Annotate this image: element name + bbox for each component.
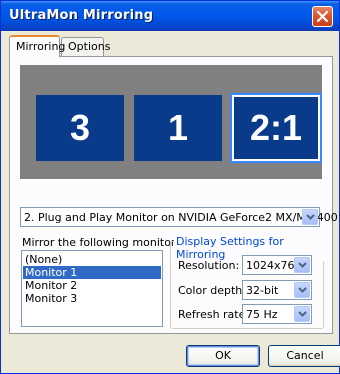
- tab-options[interactable]: Options: [61, 37, 110, 56]
- source-monitor-value: 2. Plug and Play Monitor on NVIDIA GeFor…: [24, 211, 338, 224]
- chevron-down-icon: [298, 311, 307, 317]
- list-item[interactable]: Monitor 3: [23, 292, 161, 305]
- source-monitor-select[interactable]: 2. Plug and Play Monitor on NVIDIA GeFor…: [20, 207, 338, 227]
- close-button[interactable]: [312, 6, 333, 27]
- ok-button[interactable]: OK: [186, 345, 260, 367]
- resolution-dropdown-button[interactable]: [294, 257, 310, 273]
- color-depth-select[interactable]: 32-bit: [242, 280, 312, 300]
- refresh-rate-select[interactable]: 75 Hz: [242, 304, 312, 324]
- tab-panel: 3 1 2:1 2. Plug and Play Monitor on NVID…: [9, 56, 338, 334]
- refresh-rate-label: Refresh rate:: [178, 308, 250, 321]
- list-item[interactable]: Monitor 1: [23, 266, 161, 279]
- monitor-preview: 3 1 2:1: [20, 65, 322, 179]
- list-item[interactable]: Monitor 2: [23, 279, 161, 292]
- monitor-tile-1[interactable]: 1: [134, 95, 222, 161]
- color-depth-dropdown-button[interactable]: [294, 282, 310, 298]
- close-icon: [316, 10, 329, 23]
- source-monitor-dropdown-button[interactable]: [302, 209, 318, 225]
- color-depth-label: Color depth:: [178, 284, 246, 297]
- mirror-list-label: Mirror the following monitor:: [22, 236, 179, 249]
- chevron-down-icon: [306, 214, 315, 220]
- dialog-window: UltraMon Mirroring Mirroring Options 3 1…: [0, 0, 340, 374]
- list-item[interactable]: (None): [23, 253, 161, 266]
- tab-mirroring[interactable]: Mirroring: [9, 35, 65, 57]
- resolution-label: Resolution:: [178, 259, 240, 272]
- chevron-down-icon: [298, 287, 307, 293]
- refresh-rate-value: 75 Hz: [246, 308, 278, 321]
- mirror-monitor-list[interactable]: (None) Monitor 1 Monitor 2 Monitor 3: [21, 250, 163, 327]
- cancel-button[interactable]: Cancel: [268, 345, 340, 367]
- monitor-tile-3[interactable]: 3: [36, 95, 124, 161]
- window-title: UltraMon Mirroring: [9, 8, 154, 23]
- resolution-select[interactable]: 1024x768: [242, 255, 312, 275]
- chevron-down-icon: [298, 262, 307, 268]
- color-depth-value: 32-bit: [246, 284, 279, 297]
- monitor-tile-2[interactable]: 2:1: [230, 93, 322, 163]
- title-bar[interactable]: UltraMon Mirroring: [1, 1, 339, 31]
- refresh-rate-dropdown-button[interactable]: [294, 306, 310, 322]
